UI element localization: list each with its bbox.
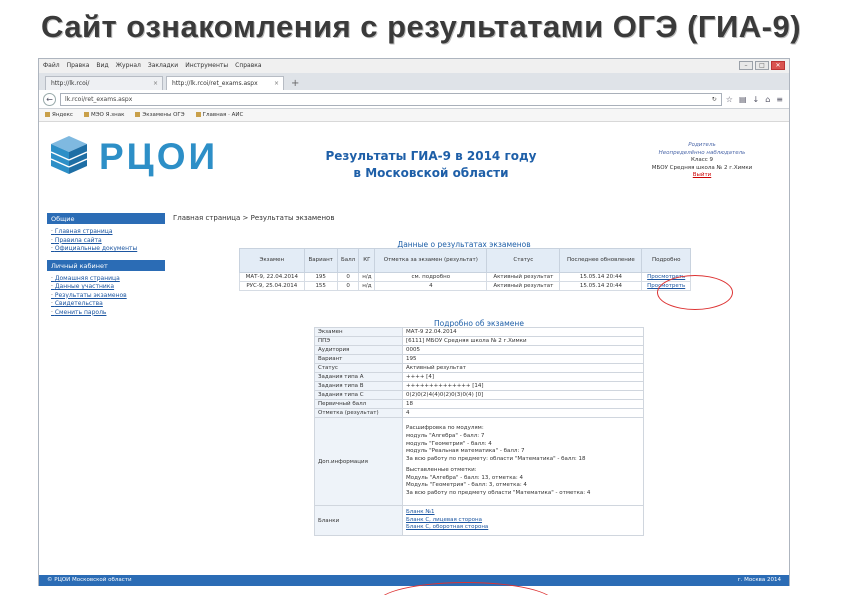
sidebar-item-certificates[interactable]: Свидетельства [51,300,163,309]
table-row: МАТ-9, 22.04.2014 195 0 н/д см. подробно… [239,272,691,282]
menu-edit[interactable]: Правка [67,62,90,73]
menu-bar: Файл Правка Вид Журнал Закладки Инструме… [39,59,789,73]
blank-link[interactable]: Бланк С, оборотная сторона [406,524,640,532]
blanks-label: Бланки [314,505,403,536]
menu-tools[interactable]: Инструменты [185,62,228,73]
tab-bar: http://lk.rcoi/× http://lk.rcoi/ret_exam… [39,73,789,90]
user-class: Класс 9 [690,157,714,163]
col-header: Отметка за экзамен (результат) [374,248,488,273]
breadcrumb[interactable]: Главная страница > Результаты экзаменов [173,214,334,222]
user-school: МБОУ Средняя школа № 2 г.Химки [651,164,753,171]
browser-window: Файл Правка Вид Журнал Закладки Инструме… [38,58,790,595]
nav-bar: ← lk.rcoi/ret_exams.aspx ↻ ☆ ▤ ↓ ⌂ ≡ [39,90,789,109]
sidebar-item-password[interactable]: Сменить пароль [51,309,163,318]
detail-row: Бланки Бланк №1 Бланк С, лицевая сторона… [314,505,644,536]
sidebar-item-homepage[interactable]: Домашняя страница [51,275,163,284]
col-header: Последнее обновление [559,248,643,273]
sidebar-general-title: Общие [47,213,165,224]
close-icon[interactable]: ✕ [771,61,785,70]
new-tab-icon[interactable]: + [287,78,303,90]
col-header: Вариант [303,248,338,273]
extra-info-label: Доп.информация [314,417,403,506]
user-name: Неопределённо наблюдатель [658,149,746,156]
results-table: Экзамен Вариант Балл КГ Отметка за экзам… [239,248,691,291]
logout-link[interactable]: Выйти [637,172,767,180]
window-controls: – □ ✕ [739,61,785,70]
user-role: Родитель [688,142,716,148]
blank-link[interactable]: Бланк С, лицевая сторона [406,517,640,525]
site-footer: © РЦОИ Московской области г. Москва 2014 [39,575,789,586]
bookmark-item[interactable]: Главная · АИС [196,112,244,118]
detail-row: Статус Активный результат [314,363,644,373]
col-header: Экзамен [239,248,305,273]
sidebar-cabinet-title: Личный кабинет [47,259,165,271]
menu-view[interactable]: Вид [96,62,108,73]
slide-title: Сайт ознакомления с результатами ОГЭ (ГИ… [40,9,802,44]
col-header: Статус [486,248,561,273]
highlight-oval [657,275,733,310]
close-tab-icon[interactable]: × [153,80,158,87]
bookmark-item[interactable]: Яндекс [45,112,73,118]
sidebar-item-home[interactable]: Главная страница [51,228,163,237]
menu-history[interactable]: Журнал [116,62,141,73]
col-header: Балл [336,248,360,273]
detail-row: Экзамен МАТ-9 22.04.2014 [314,327,644,337]
close-tab-icon[interactable]: × [274,80,279,87]
web-page: РЦОИ Результаты ГИА-9 в 2014 году в Моск… [39,122,789,595]
sidebar-item-rules[interactable]: Правила сайта [51,237,163,246]
sidebar-item-participant[interactable]: Данные участника [51,283,163,292]
detail-table: Экзамен МАТ-9 22.04.2014 ППЭ [6111] МБОУ С… [314,327,644,536]
sidebar-item-results[interactable]: Результаты экзаменов [51,292,163,301]
footer-city: г. Москва 2014 [737,577,781,583]
detail-row: Аудитория 0005 [314,345,644,355]
detail-row: Доп.информация Расшифровка по модулям: м… [314,417,644,506]
site-logo[interactable]: РЦОИ [47,132,247,180]
tab-results[interactable]: http://lk.rcoi/ret_exams.aspx × [166,76,284,90]
maximize-icon[interactable]: □ [755,61,769,70]
blank-link[interactable]: Бланк №1 [406,509,640,517]
user-info: Родитель Неопределённо наблюдатель Класс… [637,142,767,180]
url-bar[interactable]: lk.rcoi/ret_exams.aspx ↻ [60,92,722,106]
sidebar: Общие Главная страница Правила сайта Офи… [47,213,165,323]
site-heading: Результаты ГИА-9 в 2014 году в Московско… [325,149,537,180]
detail-row: Задания типа А ++++ [4] [314,372,644,382]
menu-bookmarks[interactable]: Закладки [148,62,178,73]
detail-row: ППЭ [6111] МБОУ Средняя школа № 2 г.Химки [314,336,644,346]
reload-icon[interactable]: ↻ [712,96,717,103]
sidebar-item-documents[interactable]: Официальные документы [51,245,163,254]
cube-logo-icon [50,136,88,174]
bookmark-item[interactable]: МЭО Я.знак [84,112,124,118]
table-row: РУС-9, 25.04.2014 155 0 н/д 4 Активный р… [239,281,691,291]
bookmark-item[interactable]: Экзамены ОГЭ [135,112,184,118]
detail-row: Отметка (результат) 4 [314,408,644,418]
menu-help[interactable]: Справка [235,62,261,73]
back-icon[interactable]: ← [43,92,56,106]
detail-row: Вариант 195 [314,354,644,364]
detail-row: Задания типа В ++++++++++++++ [14] [314,381,644,391]
star-icon[interactable]: ☆ [726,95,733,104]
menu-icon[interactable]: ≡ [776,95,783,104]
url-text: lk.rcoi/ret_exams.aspx [65,95,133,103]
col-header: КГ [358,248,376,273]
detail-row: Первичный балл 18 [314,399,644,409]
extra-info: Расшифровка по модулям: модуль "Алгебра"… [402,417,644,506]
blanks-list: Бланк №1 Бланк С, лицевая сторона Бланк … [402,505,644,536]
reading-list-icon[interactable]: ▤ [739,95,747,104]
minimize-icon[interactable]: – [739,61,753,70]
logo-text: РЦОИ [99,136,219,177]
bookmarks-bar: Яндекс МЭО Я.знак Экзамены ОГЭ Главная ·… [39,109,789,122]
detail-row: Задания типа С 0(2)0(2)4(4)0(2)0(3)0(4) [… [314,390,644,400]
download-icon[interactable]: ↓ [753,95,760,104]
footer-copyright: © РЦОИ Московской области [47,577,132,583]
tab-home[interactable]: http://lk.rcoi/× [45,76,163,90]
menu-file[interactable]: Файл [43,62,60,73]
home-icon[interactable]: ⌂ [765,95,770,104]
col-header: Подробно [641,248,691,273]
toolbar-icons: ☆ ▤ ↓ ⌂ ≡ [726,95,785,104]
